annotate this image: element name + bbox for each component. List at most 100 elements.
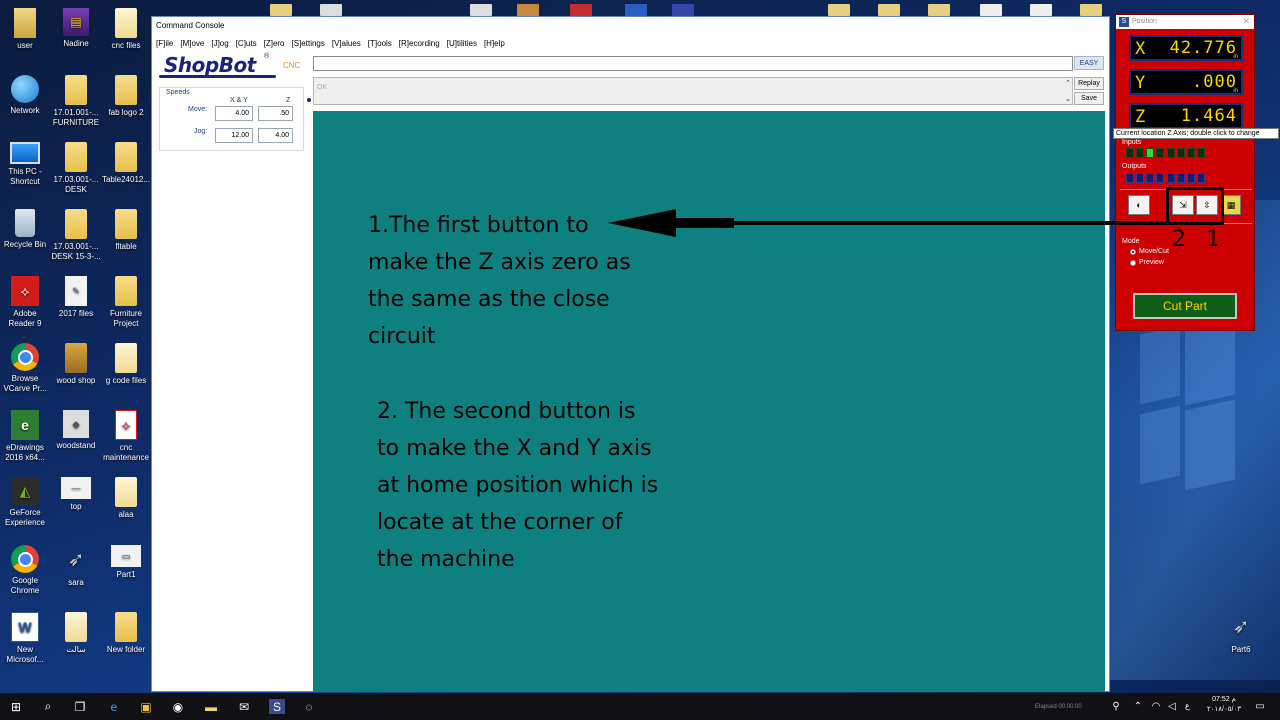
menu-utilities[interactable]: [U]tilities xyxy=(447,39,477,51)
move-z-field[interactable]: .50 xyxy=(258,106,293,121)
desktop-icon-partial[interactable] xyxy=(270,4,292,16)
desktop-icon-new-folder[interactable]: New folder xyxy=(101,612,151,655)
desktop-icon-new-word[interactable]: W New Microsof... xyxy=(0,612,50,665)
desktop-icon-part6[interactable]: ➶ Part6 xyxy=(1216,612,1266,655)
desktop-icon-nadine[interactable]: ▤ Nadine xyxy=(51,8,101,49)
desktop-icon-user[interactable]: user xyxy=(0,8,50,51)
desktop-icon-folder[interactable]: 17.03.001-... DESK 15-3-... xyxy=(51,209,101,262)
file-explorer-icon[interactable]: ▬ xyxy=(203,699,219,714)
desktop-icon-folder[interactable]: 17.03.001-... DESK xyxy=(51,142,101,195)
z-axis-readout[interactable]: Z 1.464 xyxy=(1129,103,1243,129)
desktop-icon-partial[interactable] xyxy=(878,4,900,16)
cut-part-button[interactable]: Cut Part xyxy=(1133,293,1237,319)
menu-recording[interactable]: [R]ecording xyxy=(399,39,440,51)
mode-move-cut-radio[interactable]: Move/Cut xyxy=(1130,248,1169,255)
desktop-icon-partial[interactable] xyxy=(672,4,694,16)
chevron-up-icon[interactable]: ⌃ xyxy=(1130,699,1146,714)
easy-button[interactable]: EASY xyxy=(1074,56,1104,70)
vcarve-icon[interactable]: ◌ xyxy=(301,699,317,714)
desktop-icon-partial[interactable] xyxy=(1080,4,1102,16)
desktop-icon-partial[interactable] xyxy=(625,4,647,16)
output-led[interactable] xyxy=(1187,173,1195,183)
desktop-icon-woodstand[interactable]: ◆ woodstand xyxy=(51,410,101,451)
store-icon[interactable]: ▣ xyxy=(138,699,154,714)
menu-zero[interactable]: [Z]ero xyxy=(264,39,285,51)
desktop-icon-partial[interactable] xyxy=(570,4,592,16)
output-led[interactable] xyxy=(1177,173,1185,183)
desktop-icon-folder[interactable]: 17.01.001-... FURNITURE xyxy=(51,75,101,128)
mode-preview-radio[interactable]: Preview xyxy=(1130,259,1164,266)
menu-jog[interactable]: [J]og xyxy=(211,39,228,51)
output-led[interactable] xyxy=(1197,173,1205,183)
position-titlebar[interactable]: S Position ✕ xyxy=(1116,15,1254,29)
wifi-icon[interactable]: ◠ xyxy=(1148,699,1164,714)
edge-icon[interactable]: e xyxy=(106,699,122,714)
task-view-icon[interactable]: ❐ xyxy=(72,699,88,714)
move-xy-field[interactable]: 4.00 xyxy=(215,106,253,121)
desktop-icon-folder[interactable]: سالت xyxy=(51,612,101,655)
desktop-icon-fab-logo[interactable]: fab logo 2 xyxy=(101,75,151,118)
menu-cuts[interactable]: [C]uts xyxy=(236,39,257,51)
menu-help[interactable]: [H]elp xyxy=(484,39,505,51)
replay-button[interactable]: Replay xyxy=(1074,77,1104,90)
chrome-icon[interactable]: ◉ xyxy=(170,699,186,714)
command-history[interactable]: OK ⌃ ⌄ xyxy=(313,77,1073,105)
desktop-icon-partial[interactable] xyxy=(980,4,1002,16)
desktop-icon-partial[interactable] xyxy=(517,4,539,16)
desktop-icon-recycle-bin[interactable]: Recycle Bin xyxy=(0,209,50,250)
menu-tools[interactable]: [T]ools xyxy=(368,39,392,51)
desktop-icon-google-chrome[interactable]: Google Chrome xyxy=(0,545,50,596)
output-led[interactable] xyxy=(1136,173,1144,183)
save-button[interactable]: Save xyxy=(1074,92,1104,105)
desktop-icon-sara[interactable]: ➶ sara xyxy=(51,545,101,588)
desktop-icon-2017-files[interactable]: ✎ 2017 files xyxy=(51,276,101,319)
jog-xy-field[interactable]: 12.00 xyxy=(215,128,253,143)
menu-values[interactable]: [V]alues xyxy=(332,39,361,51)
menu-settings[interactable]: [S]ettings xyxy=(292,39,325,51)
preview-viewport[interactable]: 1.The first button to make the Z axis ze… xyxy=(313,111,1105,692)
desktop-icon-partial[interactable] xyxy=(1030,4,1052,16)
y-axis-readout[interactable]: Y .000 in xyxy=(1129,69,1243,95)
taskbar-clock[interactable]: 07:52 م ٢٠١٨/٠٥/٠٣ xyxy=(1199,695,1249,715)
windows-start-icon[interactable]: ⊞ xyxy=(8,699,24,714)
shopbot-taskbar-icon[interactable]: S xyxy=(269,699,285,714)
desktop-icon-part1[interactable]: ▭ Part1 xyxy=(101,545,151,580)
scroll-down-icon[interactable]: ⌄ xyxy=(1065,95,1071,103)
desktop-icon-geforce[interactable]: ◭ GeForce Experience xyxy=(0,477,50,528)
desktop-icon-network[interactable]: Network xyxy=(0,75,50,116)
desktop-icon-partial[interactable] xyxy=(320,4,342,16)
scroll-up-icon[interactable]: ⌃ xyxy=(1065,79,1071,87)
desktop-icon-cnc-files[interactable]: cnc files xyxy=(101,8,151,51)
jog-z-field[interactable]: 4.00 xyxy=(258,128,293,143)
desktop-icon-alaa[interactable]: alaa xyxy=(101,477,151,520)
desktop-icon-wood-shop[interactable]: wood shop xyxy=(51,343,101,386)
language-indicator[interactable]: ع xyxy=(1185,701,1190,710)
user-tray-icon[interactable]: ⚲ xyxy=(1108,699,1124,714)
desktop-icon-table[interactable]: Table24012... xyxy=(101,142,151,185)
desktop-icon-browse-vcarve[interactable]: Browse VCarve Pr... xyxy=(0,343,50,394)
desktop-icon-g-code-files[interactable]: g code files xyxy=(101,343,151,386)
output-led[interactable] xyxy=(1156,173,1164,183)
output-led[interactable] xyxy=(1126,173,1134,183)
search-icon[interactable]: ⌕ xyxy=(40,699,56,714)
menu-file[interactable]: [F]ile xyxy=(156,39,173,51)
notification-icon[interactable]: ▭ xyxy=(1252,699,1268,714)
command-input[interactable] xyxy=(313,56,1073,71)
output-led[interactable] xyxy=(1146,173,1154,183)
desktop-icon-fltable[interactable]: fltable xyxy=(101,209,151,252)
x-axis-readout[interactable]: X 42.776 in xyxy=(1129,35,1243,61)
desktop-icon-partial[interactable] xyxy=(470,4,492,16)
volume-icon[interactable]: ◁ xyxy=(1164,699,1180,714)
desktop-icon-partial[interactable] xyxy=(928,4,950,16)
mail-icon[interactable]: ✉ xyxy=(236,699,252,714)
desktop-icon-adobe-reader[interactable]: ⟡ Adobe Reader 9 xyxy=(0,276,50,329)
desktop-icon-edrawings[interactable]: e eDrawings 2016 x64... xyxy=(0,410,50,463)
desktop-icon-this-pc[interactable]: This PC - Shortcut xyxy=(0,142,50,187)
output-led[interactable] xyxy=(1167,173,1175,183)
close-icon[interactable]: ✕ xyxy=(1242,16,1250,27)
desktop-icon-cnc-maintenance[interactable]: ⟡ cnc maintenance xyxy=(101,410,151,463)
keypad-icon[interactable]: ▦ xyxy=(1221,195,1241,215)
spindle-icon[interactable]: ◐ xyxy=(1128,195,1150,215)
desktop-icon-partial[interactable] xyxy=(828,4,850,16)
menu-move[interactable]: [M]ove xyxy=(180,39,204,51)
